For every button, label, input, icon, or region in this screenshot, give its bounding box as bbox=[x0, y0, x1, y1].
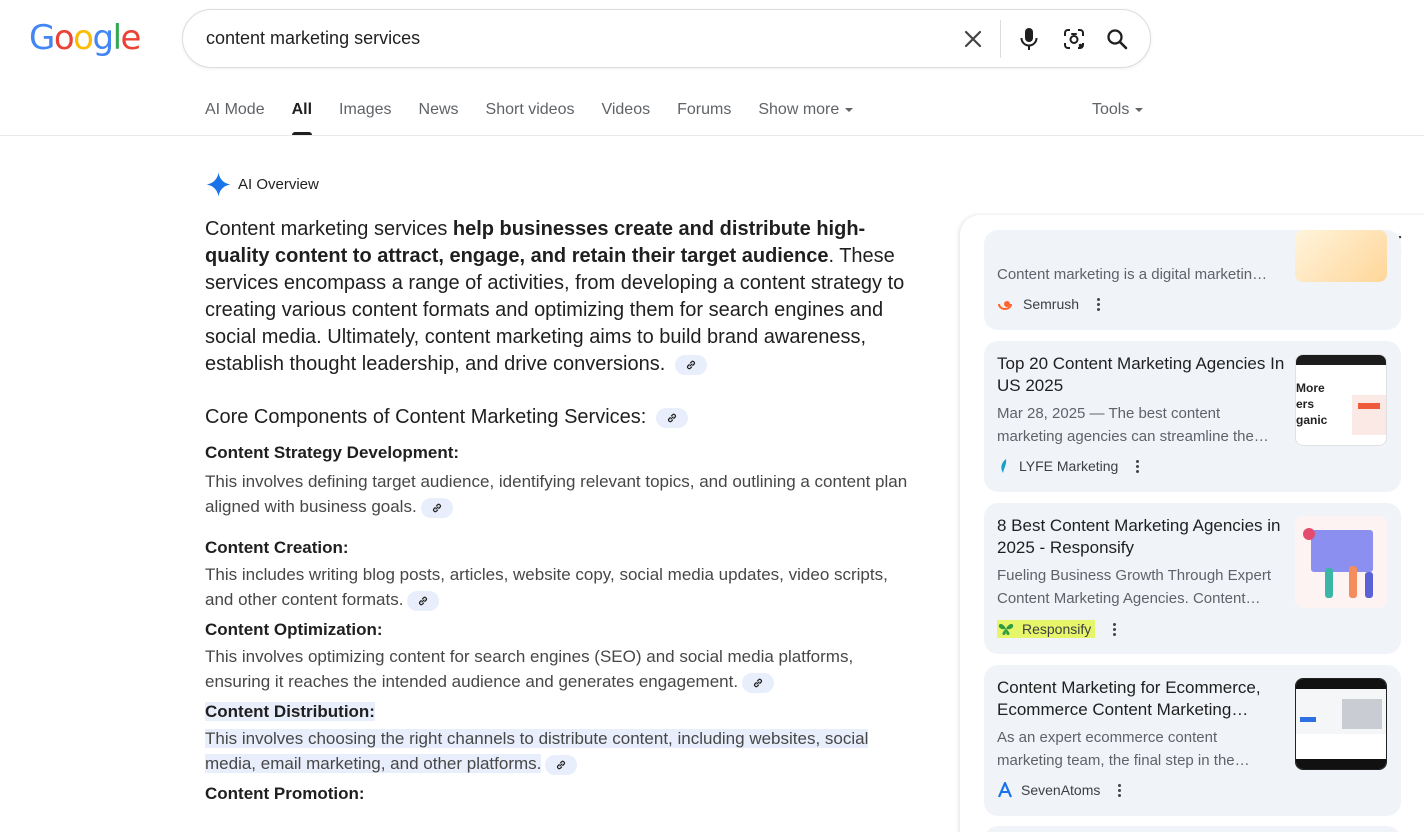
item-title: Content Promotion: bbox=[205, 784, 365, 803]
source-title: 8 Best Content Marketing Agencies in 202… bbox=[997, 516, 1281, 557]
source-card-next[interactable] bbox=[984, 826, 1401, 832]
tools-label: Tools bbox=[1092, 101, 1130, 118]
source-attribution: LYFE Marketing bbox=[997, 458, 1140, 474]
more-options-icon[interactable] bbox=[1113, 622, 1117, 636]
tab-images[interactable]: Images bbox=[339, 101, 391, 135]
core-components-heading: Core Components of Content Marketing Ser… bbox=[205, 406, 920, 429]
item-body: This involves optimizing content for sea… bbox=[205, 644, 920, 694]
source-snippet: Mar 28, 2025 — The best content marketin… bbox=[997, 405, 1269, 445]
source-thumbnail bbox=[1295, 230, 1387, 282]
item-title-text: Content Distribution: bbox=[205, 702, 375, 721]
lens-search-icon[interactable] bbox=[1060, 25, 1088, 53]
citation-link-icon[interactable] bbox=[420, 497, 453, 518]
tab-forums[interactable]: Forums bbox=[677, 101, 731, 135]
tab-news[interactable]: News bbox=[419, 101, 459, 135]
lead-text-start: Content marketing services bbox=[205, 218, 453, 240]
item-body: This involves choosing the right channel… bbox=[205, 726, 920, 776]
search-tabs: AI Mode All Images News Short videos Vid… bbox=[205, 101, 880, 135]
source-thumbnail bbox=[1295, 678, 1387, 770]
heading-text: Core Components of Content Marketing Ser… bbox=[205, 406, 647, 428]
source-attribution: SevenAtoms bbox=[997, 782, 1122, 798]
item-title: Content Optimization: bbox=[205, 620, 383, 639]
thumbnail-text: More ers ganic bbox=[1296, 381, 1328, 427]
source-title: Content Marketing for Ecommerce, Ecommer… bbox=[997, 678, 1261, 719]
tools-button[interactable]: Tools bbox=[1092, 101, 1144, 119]
semrush-logo-icon bbox=[998, 301, 1012, 310]
tabs-divider bbox=[0, 135, 1424, 136]
citation-link-icon[interactable] bbox=[655, 407, 688, 428]
ai-overview-label: AI Overview bbox=[238, 176, 319, 193]
source-card-semrush[interactable]: Content marketing is a digital marketin…… bbox=[984, 230, 1401, 330]
list-item: Content Promotion: bbox=[205, 784, 920, 804]
tab-short-videos[interactable]: Short videos bbox=[486, 101, 575, 135]
source-card-lyfe[interactable]: Top 20 Content Marketing Agencies In US … bbox=[984, 341, 1401, 492]
responsify-logo-icon bbox=[998, 624, 1014, 635]
show-more-label: Show more bbox=[758, 101, 840, 118]
tab-show-more[interactable]: Show more bbox=[758, 101, 854, 135]
source-title: Top 20 Content Marketing Agencies In US … bbox=[997, 354, 1285, 395]
item-title: Content Creation: bbox=[205, 538, 349, 557]
source-thumbnail: More ers ganic bbox=[1295, 354, 1387, 446]
google-logo[interactable]: Google bbox=[29, 18, 141, 58]
citation-link-icon[interactable] bbox=[674, 354, 707, 375]
tab-ai-mode[interactable]: AI Mode bbox=[205, 101, 265, 135]
item-title: Content Strategy Development: bbox=[205, 443, 460, 462]
caret-down-icon bbox=[845, 107, 854, 112]
caret-down-icon bbox=[1135, 107, 1144, 112]
source-thumbnail bbox=[1295, 516, 1387, 608]
search-divider bbox=[1000, 20, 1001, 58]
source-name: LYFE Marketing bbox=[1019, 458, 1119, 474]
more-options-icon[interactable] bbox=[1097, 297, 1101, 311]
search-icon[interactable] bbox=[1103, 25, 1131, 53]
gemini-sparkle-icon bbox=[206, 172, 231, 197]
list-item: Content Strategy Development: This invol… bbox=[205, 443, 920, 519]
sevenatoms-logo-icon bbox=[997, 782, 1013, 798]
lyfe-logo-icon bbox=[1001, 459, 1007, 473]
source-name: Responsify bbox=[1022, 621, 1092, 637]
ai-overview-header: AI Overview bbox=[205, 171, 319, 198]
tab-all[interactable]: All bbox=[291, 101, 313, 135]
clear-search-icon[interactable] bbox=[959, 25, 987, 53]
item-body: This includes writing blog posts, articl… bbox=[205, 562, 920, 612]
more-options-icon[interactable] bbox=[1136, 459, 1140, 473]
citation-link-icon[interactable] bbox=[545, 754, 578, 775]
source-card-responsify[interactable]: 8 Best Content Marketing Agencies in 202… bbox=[984, 503, 1401, 654]
ai-overview-lead: Content marketing services help business… bbox=[205, 216, 920, 378]
item-title: Content Distribution: bbox=[205, 702, 920, 722]
list-item: Content Optimization: This involves opti… bbox=[205, 620, 920, 694]
item-body-text: This includes writing blog posts, articl… bbox=[205, 565, 888, 609]
citation-link-icon[interactable] bbox=[742, 672, 775, 693]
search-input[interactable]: content marketing services bbox=[206, 28, 420, 49]
list-item: Content Creation: This includes writing … bbox=[205, 538, 920, 612]
citation-link-icon[interactable] bbox=[407, 590, 440, 611]
item-body-text: This involves choosing the right channel… bbox=[205, 729, 869, 773]
source-snippet: Content marketing is a digital marketin… bbox=[997, 266, 1268, 283]
search-box[interactable]: content marketing services bbox=[182, 9, 1151, 68]
responsify-highlight: Responsify bbox=[997, 620, 1096, 638]
source-card-sevenatoms[interactable]: Content Marketing for Ecommerce, Ecommer… bbox=[984, 665, 1401, 816]
item-body: This involves defining target audience, … bbox=[205, 469, 920, 519]
source-name: SevenAtoms bbox=[1021, 782, 1101, 798]
more-options-icon[interactable] bbox=[1118, 783, 1122, 797]
source-name: Semrush bbox=[1023, 296, 1080, 312]
ai-overview-content: Content marketing services help business… bbox=[205, 216, 920, 804]
list-item: Content Distribution: This involves choo… bbox=[205, 702, 920, 776]
item-body-text: This involves defining target audience, … bbox=[205, 472, 908, 516]
source-snippet: As an expert ecommerce content marketing… bbox=[997, 729, 1250, 769]
voice-search-icon[interactable] bbox=[1015, 25, 1043, 53]
source-snippet: Fueling Business Growth Through Expert C… bbox=[997, 567, 1272, 607]
tab-videos[interactable]: Videos bbox=[601, 101, 650, 135]
source-attribution: Responsify bbox=[997, 620, 1117, 638]
source-attribution: Semrush bbox=[997, 296, 1101, 312]
